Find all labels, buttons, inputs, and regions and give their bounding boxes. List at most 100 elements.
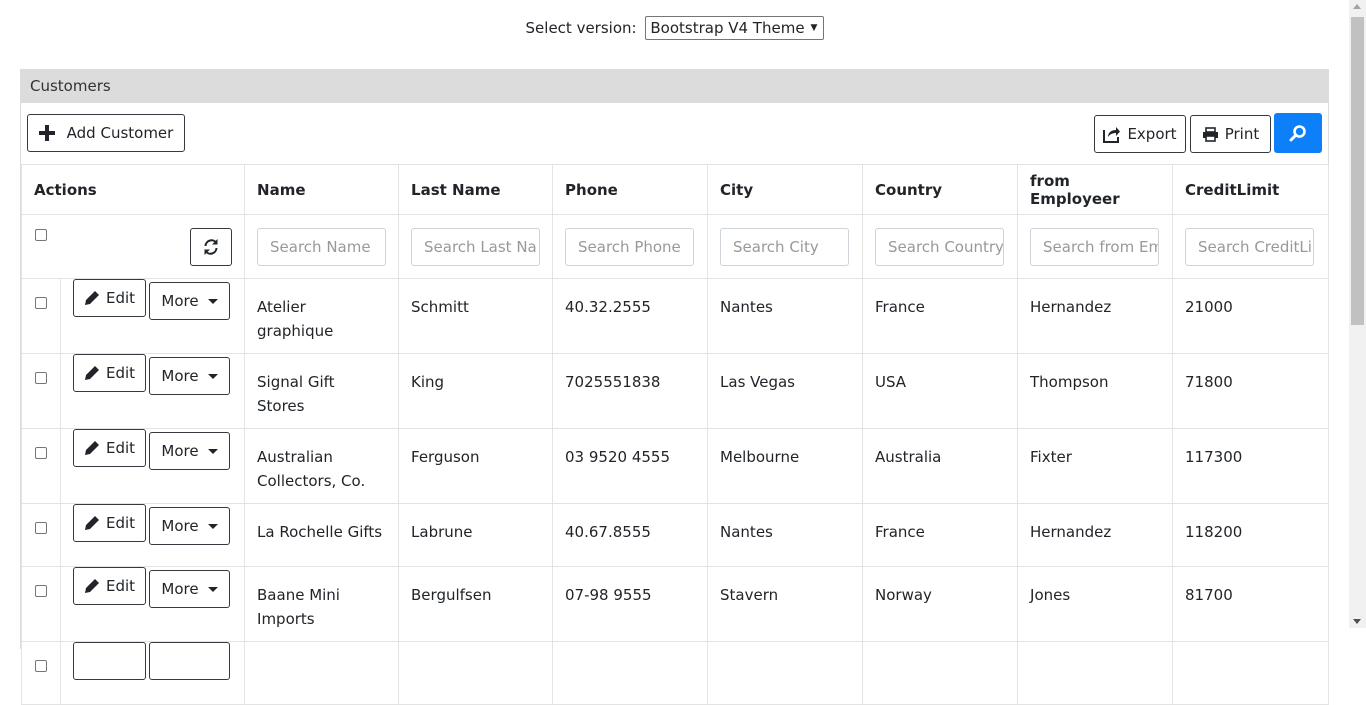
search-credit-limit-input[interactable]: Search CreditLi (1185, 227, 1315, 266)
row-select-cell (21, 428, 61, 504)
table-row: Edit More Atelier graphique Schmitt 40.3… (21, 278, 1330, 354)
cell-last-name: Ferguson (398, 428, 554, 504)
select-all-checkbox[interactable] (35, 229, 47, 241)
header-row: Actions Name Last Name Phone City Countr… (20, 164, 1330, 215)
cell-phone (552, 641, 709, 705)
print-button[interactable]: Print (1190, 115, 1271, 153)
edit-button[interactable]: Edit (73, 504, 146, 542)
table-row (21, 641, 1330, 705)
column-header[interactable]: Name (244, 164, 400, 215)
cell-name (244, 641, 400, 705)
grid-toolbar: Add Customer Export Print (21, 103, 1328, 164)
row-actions-cell: Edit More (59, 353, 246, 429)
cell-last-name: Labrune (398, 503, 554, 567)
cell-credit-limit: 117300 (1172, 428, 1330, 504)
cell-phone: 7025551838 (552, 353, 709, 429)
filter-cell: Search CreditLi (1172, 214, 1330, 279)
edit-button[interactable]: Edit (73, 429, 146, 467)
search-name-input[interactable]: Search Name (257, 227, 387, 266)
cell-city: Nantes (707, 503, 864, 567)
more-dropdown-button[interactable]: More (149, 282, 230, 320)
edit-button[interactable]: Edit (73, 567, 146, 605)
filter-cell: Search City (707, 214, 864, 279)
caret-down-icon (207, 448, 218, 454)
row-select-cell (21, 566, 61, 642)
cell-name: La Rochelle Gifts (244, 503, 400, 567)
search-toggle-button[interactable] (1274, 113, 1322, 153)
column-header[interactable]: Country (862, 164, 1019, 215)
search-icon (1289, 125, 1306, 142)
version-label: Select version: (525, 19, 637, 37)
row-checkbox[interactable] (35, 522, 47, 534)
cell-country: France (862, 503, 1019, 567)
more-label: More (161, 292, 199, 310)
cell-city: Stavern (707, 566, 864, 642)
search-phone-input[interactable]: Search Phone (565, 227, 695, 266)
cell-credit-limit: 81700 (1172, 566, 1330, 642)
export-button[interactable]: Export (1094, 115, 1186, 153)
refresh-button[interactable] (190, 227, 233, 266)
add-customer-button[interactable]: Add Customer (27, 114, 185, 152)
pencil-icon (84, 441, 99, 455)
pencil-icon (84, 579, 99, 593)
more-dropdown-button[interactable]: More (149, 507, 230, 545)
more-dropdown-button[interactable]: More (149, 570, 230, 608)
search-last-name-input[interactable]: Search Last Na (411, 227, 541, 266)
filter-cell: Search Last Na (398, 214, 554, 279)
more-dropdown-button[interactable] (149, 642, 230, 680)
row-select-cell (21, 353, 61, 429)
edit-button[interactable]: Edit (73, 354, 146, 392)
scroll-thumb[interactable] (1351, 17, 1364, 325)
version-select[interactable]: Bootstrap V4 Theme ▼ (645, 16, 825, 40)
scroll-down-arrow-icon[interactable] (1353, 619, 1361, 624)
edit-label: Edit (105, 439, 136, 457)
search-country-input[interactable]: Search Country (875, 227, 1005, 266)
edit-label: Edit (105, 364, 136, 382)
cell-credit-limit: 71800 (1172, 353, 1330, 429)
cell-credit-limit: 21000 (1172, 278, 1330, 354)
cell-name: Signal Gift Stores (244, 353, 400, 429)
search-employee-input[interactable]: Search from Em (1030, 227, 1160, 266)
cell-employee: Hernandez (1017, 503, 1174, 567)
row-checkbox[interactable] (35, 372, 47, 384)
cell-credit-limit: 118200 (1172, 503, 1330, 567)
panel-title: Customers (21, 70, 1328, 103)
page-scrollbar[interactable] (1349, 0, 1366, 628)
table-row: Edit More Signal Gift Stores King 702555… (21, 353, 1330, 429)
cell-country: USA (862, 353, 1019, 429)
cell-country: Australia (862, 428, 1019, 504)
row-actions-cell: Edit More (59, 566, 246, 642)
caret-down-icon (207, 298, 218, 304)
column-header[interactable]: CreditLimit (1172, 164, 1330, 215)
cell-country: Norway (862, 566, 1019, 642)
column-header[interactable]: from Employeer (1017, 164, 1174, 215)
add-customer-label: Add Customer (66, 124, 174, 142)
row-select-cell (21, 641, 61, 705)
cell-employee: Thompson (1017, 353, 1174, 429)
edit-button[interactable]: Edit (73, 279, 146, 317)
export-icon (1103, 126, 1121, 143)
scroll-up-arrow-icon[interactable] (1353, 4, 1361, 9)
filter-cell: Search Phone (552, 214, 709, 279)
row-select-cell (21, 503, 61, 567)
table-row: Edit More La Rochelle Gifts Labrune 40.6… (21, 503, 1330, 567)
cell-phone: 07-98 9555 (552, 566, 709, 642)
table-row: Edit More Baane Mini Imports Bergulfsen … (21, 566, 1330, 642)
row-checkbox[interactable] (35, 447, 47, 459)
more-dropdown-button[interactable]: More (149, 432, 230, 470)
column-header[interactable]: Last Name (398, 164, 554, 215)
caret-down-icon (207, 523, 218, 529)
cell-country: France (862, 278, 1019, 354)
column-header[interactable]: Phone (552, 164, 709, 215)
edit-label: Edit (105, 514, 136, 532)
row-checkbox[interactable] (35, 660, 47, 672)
search-city-input[interactable]: Search City (720, 227, 850, 266)
row-checkbox[interactable] (35, 297, 47, 309)
column-header[interactable]: City (707, 164, 864, 215)
cell-name: Australian Collectors, Co. (244, 428, 400, 504)
row-checkbox[interactable] (35, 585, 47, 597)
more-label: More (161, 517, 199, 535)
more-label: More (161, 580, 199, 598)
more-dropdown-button[interactable]: More (149, 357, 230, 395)
edit-button[interactable] (73, 642, 146, 680)
